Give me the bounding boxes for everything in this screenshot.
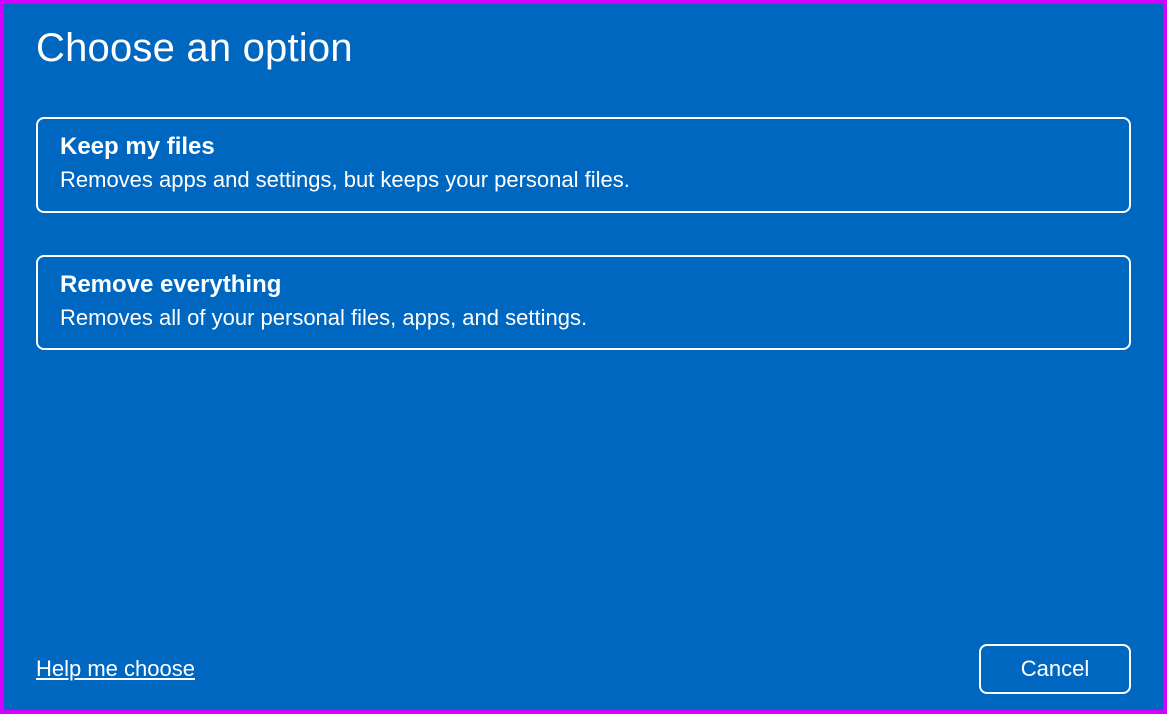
option-description: Removes all of your personal files, apps…	[60, 303, 1107, 333]
option-title: Keep my files	[60, 133, 1107, 161]
option-title: Remove everything	[60, 271, 1107, 299]
option-description: Removes apps and settings, but keeps you…	[60, 165, 1107, 195]
options-list: Keep my files Removes apps and settings,…	[36, 117, 1131, 350]
help-me-choose-link[interactable]: Help me choose	[36, 656, 195, 682]
window-frame: Choose an option Keep my files Removes a…	[0, 0, 1167, 714]
dialog-footer: Help me choose Cancel	[36, 644, 1131, 694]
cancel-button[interactable]: Cancel	[979, 644, 1131, 694]
page-title: Choose an option	[36, 26, 1131, 71]
option-keep-my-files[interactable]: Keep my files Removes apps and settings,…	[36, 117, 1131, 213]
reset-pc-dialog: Choose an option Keep my files Removes a…	[4, 4, 1163, 710]
option-remove-everything[interactable]: Remove everything Removes all of your pe…	[36, 255, 1131, 351]
